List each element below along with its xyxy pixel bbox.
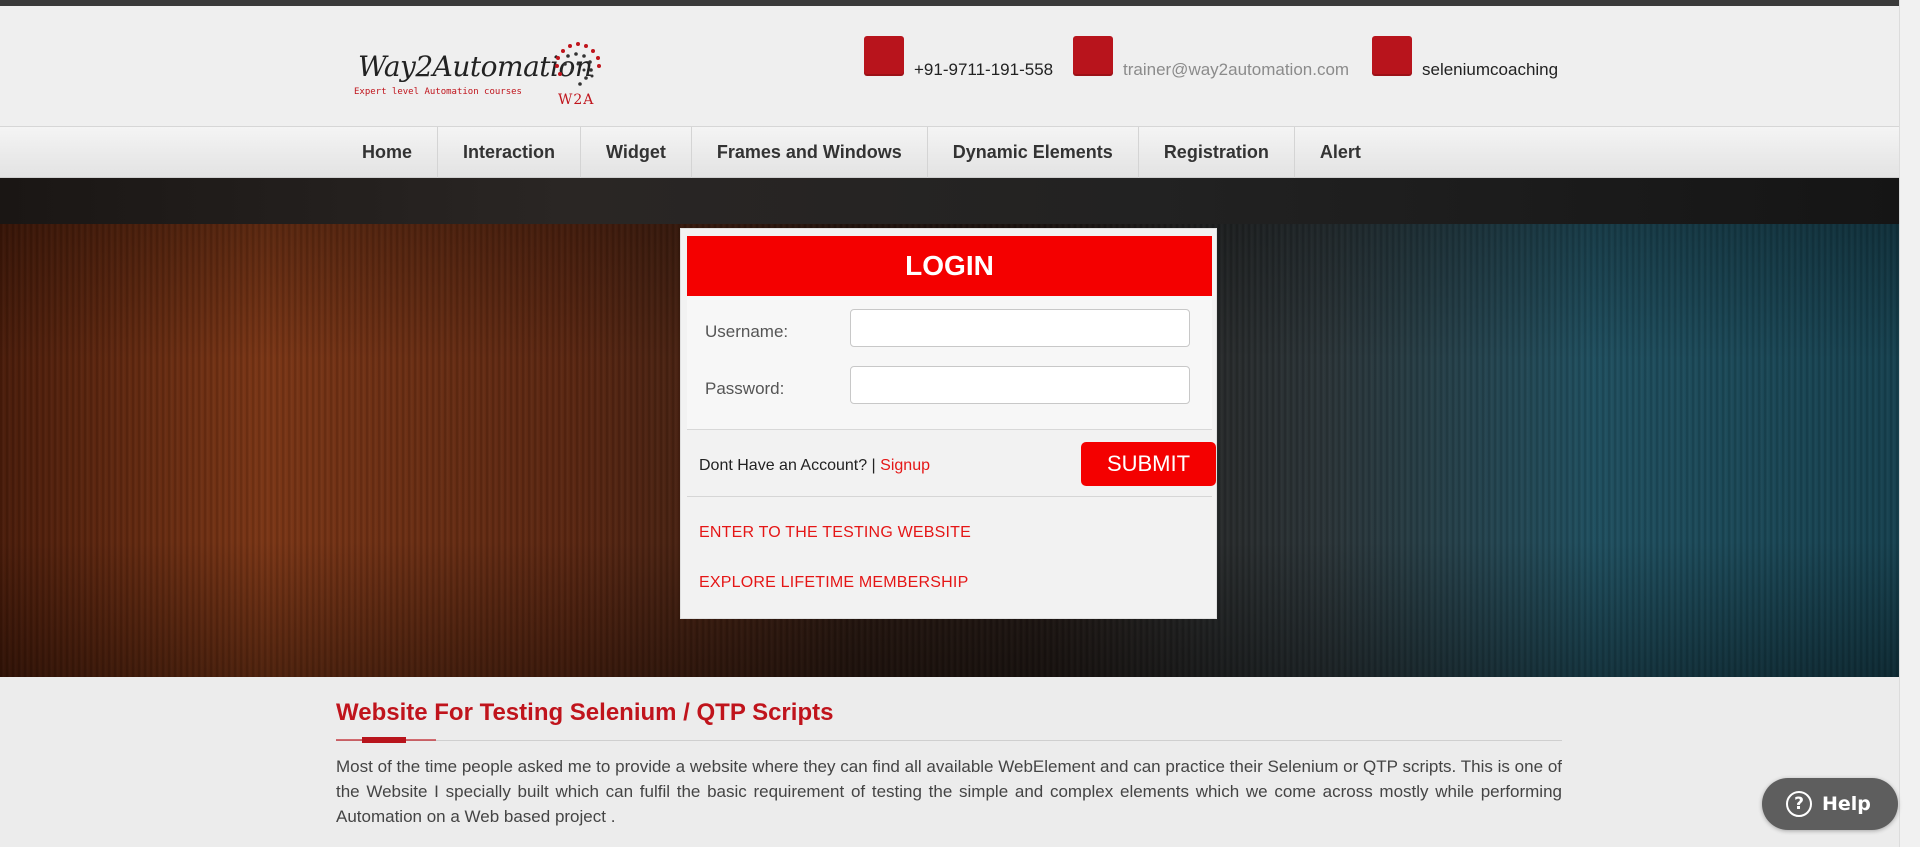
contact-email-text: trainer@way2automation.com <box>1123 60 1350 79</box>
help-label: Help <box>1822 793 1871 815</box>
logo-mark-icon <box>555 42 601 86</box>
signup-link[interactable]: Signup <box>880 457 930 474</box>
account-text: Dont Have an Account? | <box>699 457 876 474</box>
contact-skype-text: seleniumcoaching <box>1422 60 1559 79</box>
skype-icon <box>1372 36 1412 76</box>
account-prompt: Dont Have an Account? | Signup <box>699 457 930 475</box>
username-input[interactable] <box>850 309 1190 347</box>
nav-item-interaction[interactable]: Interaction <box>438 127 582 178</box>
header: Way2Automation Expert level Automation c… <box>0 6 1899 126</box>
nav-item-home[interactable]: Home <box>337 127 439 178</box>
phone-icon <box>864 36 904 76</box>
enter-testing-website-link[interactable]: ENTER TO THE TESTING WEBSITE <box>699 524 971 542</box>
modal-divider <box>687 496 1212 497</box>
nav-item-widget[interactable]: Widget <box>581 127 692 178</box>
vertical-scrollbar[interactable] <box>1899 0 1920 847</box>
username-label: Username: <box>705 322 789 341</box>
login-form: Username: Password: <box>687 296 1212 430</box>
email-icon <box>1073 36 1113 76</box>
logo[interactable]: Way2Automation Expert level Automation c… <box>336 32 611 110</box>
nav-item-alert[interactable]: Alert <box>1295 127 1386 178</box>
help-button[interactable]: ? Help <box>1762 778 1898 830</box>
contact-email[interactable]: trainer@way2automation.com <box>1073 36 1349 79</box>
password-input[interactable] <box>850 366 1190 404</box>
contact-phone[interactable]: +91-9711-191-558 <box>864 36 1053 79</box>
page: Way2Automation Expert level Automation c… <box>0 0 1899 847</box>
nav-item-registration[interactable]: Registration <box>1139 127 1295 178</box>
intro-paragraph: Most of the time people asked me to prov… <box>336 757 1562 826</box>
question-icon: ? <box>1786 791 1812 817</box>
contact-skype[interactable]: seleniumcoaching <box>1372 36 1558 79</box>
banner-strip <box>0 178 1899 224</box>
main-nav: Home Interaction Widget Frames and Windo… <box>0 126 1899 178</box>
login-title: LOGIN <box>687 236 1212 296</box>
nav-item-frames-and-windows[interactable]: Frames and Windows <box>692 127 928 178</box>
submit-button[interactable]: SUBMIT <box>1081 442 1216 486</box>
section-title: Website For Testing Selenium / QTP Scrip… <box>336 699 834 726</box>
title-rule-accent <box>362 737 406 743</box>
title-rule <box>336 740 1562 741</box>
password-label: Password: <box>705 379 785 398</box>
contact-phone-text: +91-9711-191-558 <box>914 60 1054 79</box>
explore-lifetime-membership-link[interactable]: EXPLORE LIFETIME MEMBERSHIP <box>699 574 968 592</box>
login-modal: LOGIN Username: Password: Dont Have an A… <box>680 228 1217 619</box>
nav-item-dynamic-elements[interactable]: Dynamic Elements <box>928 127 1139 178</box>
logo-w2a: W2A <box>558 92 595 108</box>
logo-tagline: Expert level Automation courses <box>354 87 522 97</box>
